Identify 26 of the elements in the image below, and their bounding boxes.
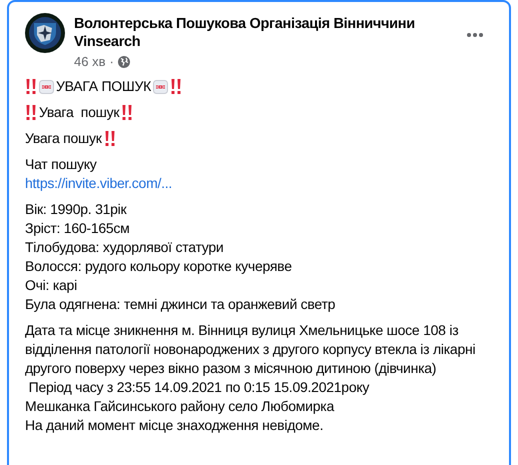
post-text: Зріст: 160-165см — [25, 219, 131, 238]
double-exclamation-icon — [104, 130, 116, 146]
post-text: На даний момент місце знаходження невідоме. — [25, 416, 324, 435]
separator-dot: · — [109, 54, 114, 69]
post-text: Волосся: рудого кольору коротке кучеряве — [25, 257, 293, 276]
more-options-icon[interactable] — [467, 33, 483, 37]
post-text: Чат пошуку — [25, 155, 98, 174]
avatar-logo — [25, 13, 65, 53]
post-text: Дата та місце зникнення м. Вінниця вулиця Хмельницьке шосе 108 із відділення патології новонароджених з другого корпусу втекла із лікарні другого поверху через вікно разом з місячною дитиною (дівчинка) — [25, 321, 476, 378]
post-text: Була одягнена: темні джинси та оранжевий светр — [25, 295, 336, 314]
double-exclamation-icon — [170, 78, 182, 94]
post-text: Мешканка Гайсинського району село Любомирка — [25, 397, 336, 416]
post-text: Вік: 1990р. 31рік — [25, 200, 128, 219]
post-text: Увага пошук — [25, 129, 102, 148]
post-text: Увага пошук — [39, 103, 120, 122]
post-text: Період часу з 23:55 14.09.2021 по 0:15 15.09.2021року — [28, 378, 370, 397]
post-text: Очі: карі — [25, 276, 78, 295]
post-text: Тілобудова: худорлявої статури — [25, 238, 224, 257]
double-exclamation-icon — [25, 78, 37, 94]
double-exclamation-icon — [25, 104, 37, 120]
post-time[interactable]: 46 хв — [74, 54, 106, 69]
author-name[interactable]: Волонтерська Пошукова Організація Вінниччини Vinsearch — [74, 15, 454, 51]
globe-icon — [118, 56, 130, 68]
chat-link[interactable]: https://invite.viber.com/... — [25, 174, 172, 193]
post-text: УВАГА ПОШУК — [56, 77, 152, 96]
double-exclamation-icon — [121, 104, 134, 120]
